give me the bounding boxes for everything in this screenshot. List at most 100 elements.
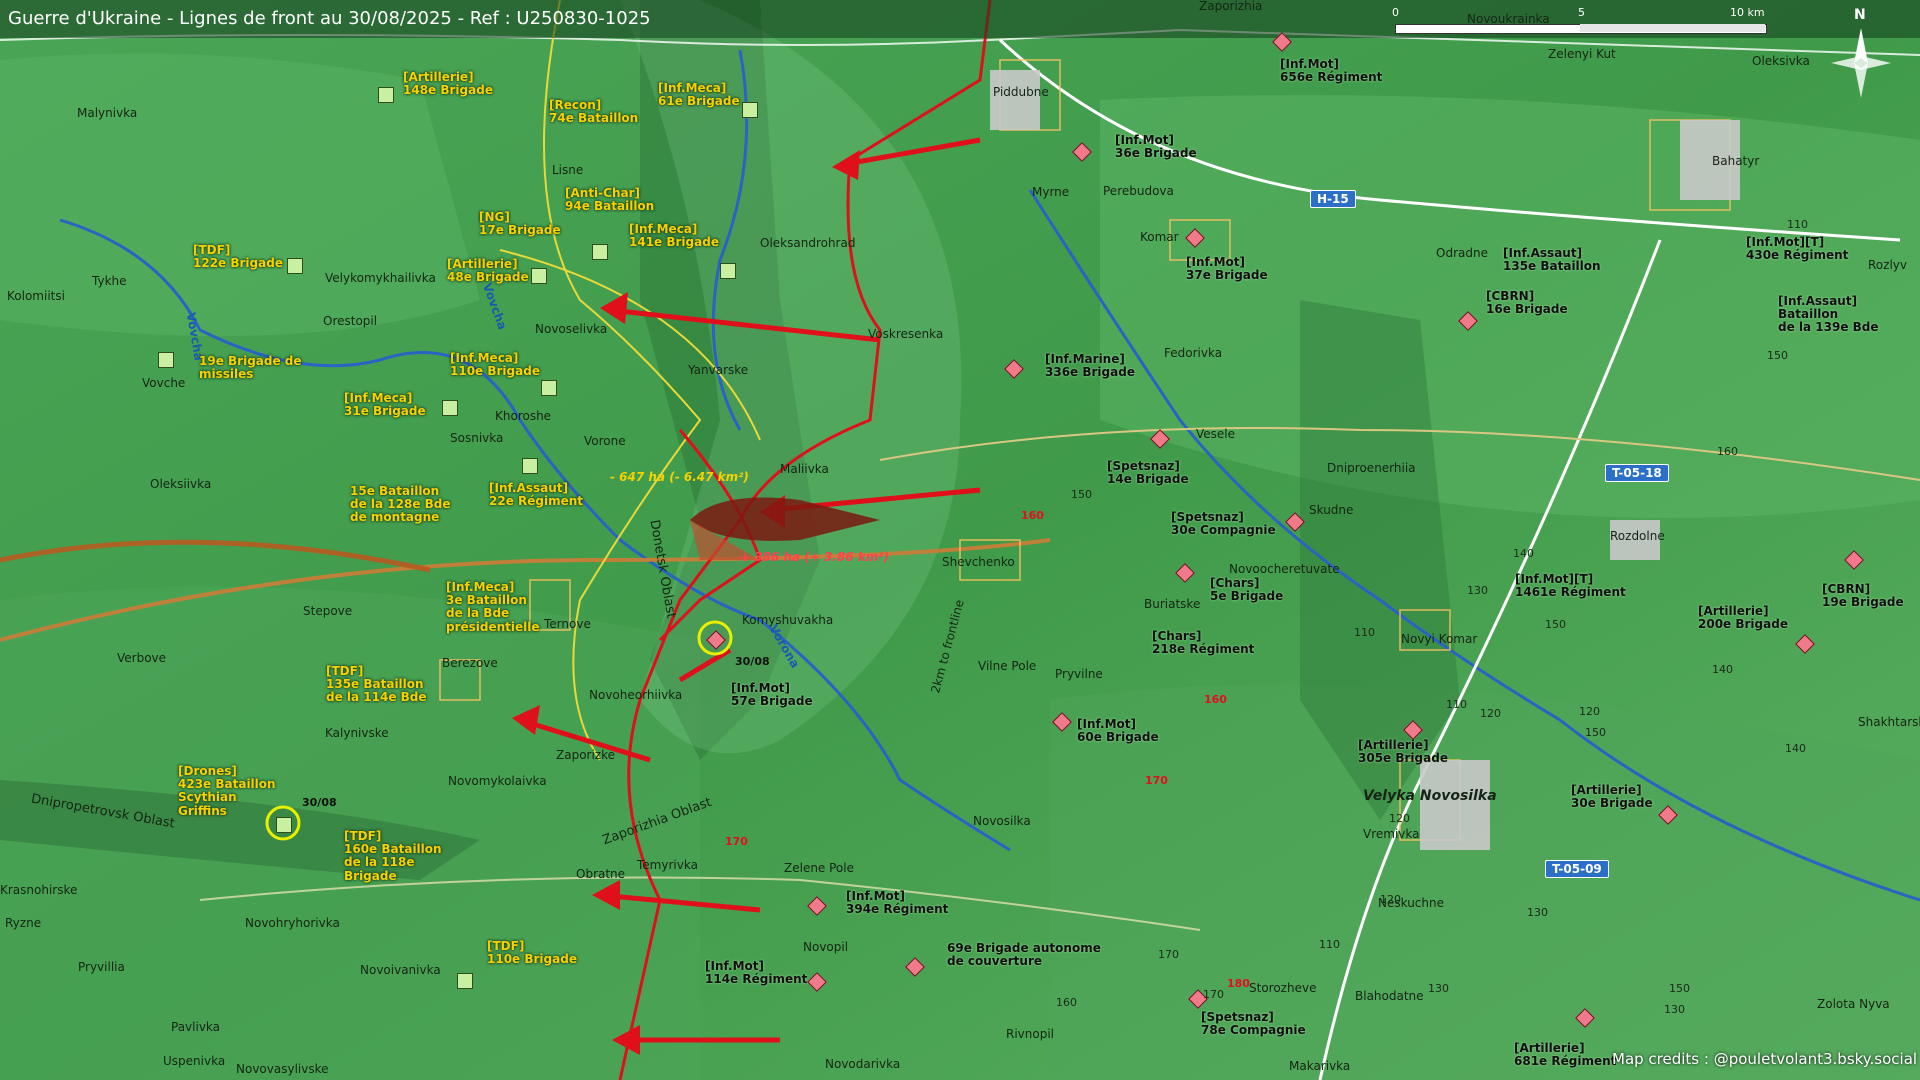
scale-label-10: 10 km <box>1730 6 1765 19</box>
altitude-label: 160 <box>1021 509 1044 522</box>
town-label: Temyrivka <box>637 858 698 872</box>
ua-unit-icon <box>541 380 557 396</box>
town-label: Novomykolaivka <box>448 774 547 788</box>
town-label: Bahatyr <box>1712 154 1760 168</box>
altitude-label: 150 <box>1545 618 1566 631</box>
ru-unit-label: [Inf.Mot] 57e Brigade <box>731 681 813 709</box>
ua-unit-icon <box>531 268 547 284</box>
ua-unit-icon <box>442 400 458 416</box>
ru-unit-label: [Artillerie] 305e Brigade <box>1358 738 1448 766</box>
ru-unit-label: [Spetsnaz] 78e Compagnie <box>1201 1010 1306 1038</box>
altitude-label: 130 <box>1664 1003 1685 1016</box>
town-label: Buriatske <box>1144 597 1201 611</box>
altitude-label: 150 <box>1585 726 1606 739</box>
ua-unit-label: [Inf.Meca] 61e Brigade <box>658 81 740 109</box>
altitude-label: 110 <box>1787 218 1808 231</box>
town-label: Sosnivka <box>450 431 504 445</box>
town-label: Zaporizhia <box>1199 0 1263 13</box>
town-label: Piddubne <box>993 85 1049 99</box>
town-label: Makarivka <box>1289 1059 1351 1073</box>
town-label: Vremivka <box>1363 827 1420 841</box>
town-label: Skudne <box>1309 503 1354 517</box>
town-label: Pryvilne <box>1055 667 1103 681</box>
ru-unit-label: [Artillerie] 200e Brigade <box>1698 604 1788 632</box>
town-label: Uspenivka <box>163 1054 226 1068</box>
town-label: Shakhtarske <box>1858 715 1920 729</box>
town-label: Novoselivka <box>535 322 608 336</box>
ru-unit-label: [Inf.Mot] 114e Régiment <box>705 959 808 987</box>
altitude-label: 120 <box>1380 893 1401 906</box>
town-label: Myrne <box>1032 185 1070 199</box>
town-label: Perebudova <box>1103 184 1174 198</box>
ua-unit-label: [Drones] 423e Bataillon Scythian Griffin… <box>178 764 276 818</box>
ua-unit-label: [TDF] 135e Bataillon de la 114e Bde <box>326 664 427 705</box>
scale-label-0: 0 <box>1392 6 1399 19</box>
town-label: Lisne <box>552 163 584 177</box>
town-label: Stepove <box>303 604 353 618</box>
date-label-2: 30/08 <box>302 796 337 809</box>
town-label: Fedorivka <box>1164 346 1223 360</box>
town-label: Novoivanivka <box>360 963 441 977</box>
ua-unit-icon <box>378 87 394 103</box>
ua-unit-label: [Inf.Meca] 3e Bataillon de la Bde présid… <box>446 580 540 634</box>
town-label: Voskresenka <box>868 327 944 341</box>
town-label: Novodarivka <box>825 1057 901 1071</box>
ua-unit-label: [Recon] 74e Bataillon <box>549 98 639 126</box>
altitude-label: 180 <box>1227 977 1250 990</box>
scale-bar: 0 5 10 km <box>1390 6 1770 36</box>
ru-unit-label: [Inf.Mot] 37e Brigade <box>1186 255 1268 283</box>
town-label: Vovche <box>142 376 186 390</box>
ua-unit-label: [TDF] 122e Brigade <box>193 243 283 271</box>
ua-unit-icon <box>522 458 538 474</box>
town-label: Vesele <box>1196 427 1236 441</box>
ru-unit-label: [Inf.Mot][T] 1461e Régiment <box>1515 572 1626 600</box>
ru-unit-label: [Inf.Mot][T] 430e Régiment <box>1746 235 1849 263</box>
altitude-label: 120 <box>1480 707 1501 720</box>
ru-unit-label: [Chars] 5e Brigade <box>1210 576 1284 604</box>
ua-unit-label: [NG] 17e Brigade <box>479 210 561 238</box>
ua-unit-label: [Inf.Meca] 110e Brigade <box>450 351 540 379</box>
ru-unit-label: [Artillerie] 681e Régiment <box>1514 1041 1617 1069</box>
town-label: Pryvillia <box>78 960 125 974</box>
altitude-label: 110 <box>1354 626 1375 639</box>
north-arrow-icon: N <box>1826 7 1896 108</box>
town-label: Oleksiivka <box>150 477 212 491</box>
town-label: Zolota Nyva <box>1817 997 1890 1011</box>
area-gain-label: + 386 ha (+ 3.86 km²) <box>740 550 890 564</box>
town-label: Novoukrainka <box>1467 12 1550 26</box>
altitude-label: 130 <box>1467 584 1488 597</box>
ua-unit-label: [TDF] 160e Bataillon de la 118e Brigade <box>344 829 442 883</box>
ua-unit-icon <box>592 244 608 260</box>
town-label: Novovasylivske <box>236 1062 329 1076</box>
town-label: Kolomiitsi <box>7 289 65 303</box>
altitude-label: 120 <box>1579 705 1600 718</box>
altitude-label: 160 <box>1204 693 1227 706</box>
altitude-label: 170 <box>1203 988 1224 1001</box>
town-label: Dniproenerhiia <box>1327 461 1416 475</box>
road-label-h15: H-15 <box>1310 190 1356 208</box>
ru-unit-label: [Inf.Mot] 60e Brigade <box>1077 717 1159 745</box>
town-label: Rozdolne <box>1610 529 1665 543</box>
town-label: Vorone <box>584 434 626 448</box>
ua-unit-icon <box>457 973 473 989</box>
ua-unit-label: [Inf.Meca] 141e Brigade <box>629 222 719 250</box>
ua-unit-label: [Artillerie] 48e Brigade <box>447 257 529 285</box>
town-label: Obratne <box>576 867 626 881</box>
road-label-t0509: T-05-09 <box>1545 860 1609 878</box>
town-label: Yanvarske <box>688 363 749 377</box>
town-label: Velykomykhailivka <box>325 271 436 285</box>
ru-unit-label: [Inf.Assaut] 135e Bataillon <box>1503 246 1601 274</box>
ua-unit-icon <box>287 258 303 274</box>
town-label: Komyshuvakha <box>742 613 834 627</box>
town-label: Maliivka <box>780 462 829 476</box>
town-label: Pavlivka <box>171 1020 221 1034</box>
scale-bar-segment <box>1580 24 1765 32</box>
town-label: Oleksivka <box>1752 54 1810 68</box>
town-label: Krasnohirske <box>0 883 78 897</box>
ua-unit-icon <box>720 263 736 279</box>
scale-label-5: 5 <box>1578 6 1585 19</box>
town-label: Novopil <box>803 940 849 954</box>
ru-unit-label: [Inf.Mot] 36e Brigade <box>1115 133 1197 161</box>
town-label: Novoheorhiivka <box>589 688 683 702</box>
road-label-t0518: T-05-18 <box>1605 464 1669 482</box>
